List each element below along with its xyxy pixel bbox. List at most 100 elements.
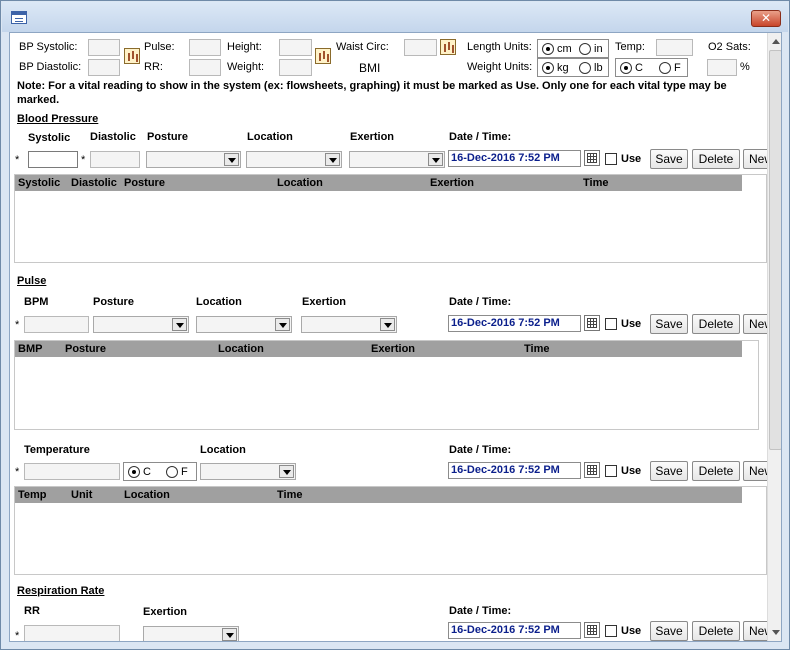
temperature-table-header: Temp Unit Location Time [15,487,742,503]
height-summary-field[interactable] [279,39,312,56]
respiration-rr-input[interactable] [24,625,120,641]
bp-col-time: Time [583,177,609,189]
bp-graph-icon[interactable] [124,48,140,64]
bp-col-exertion: Exertion [430,177,475,189]
rr-summary-field[interactable] [189,59,221,76]
bp-col-diastolic: Diastolic [71,177,117,189]
close-button[interactable]: ✕ [751,10,781,27]
bp-diastolic-col-label: Diastolic [90,131,136,143]
waist-circ-field[interactable] [404,39,437,56]
note-text: Note: For a vital reading to show in the… [17,80,727,106]
fahrenheit-radio[interactable] [659,62,671,74]
temperature-input[interactable] [24,463,120,480]
temperature-location-select[interactable] [200,463,296,480]
bp-calendar-icon[interactable] [584,150,600,166]
length-units-group: cm in [537,39,609,58]
bp-diastolic-summary-field[interactable] [88,59,120,76]
pulse-location-label: Location [196,296,242,308]
respiration-datetime-field[interactable]: 16-Dec-2016 7:52 PM [448,622,581,639]
respiration-calendar-icon[interactable] [584,622,600,638]
bp-diastolic-input[interactable] [90,151,140,168]
temperature-calendar-icon[interactable] [584,462,600,478]
pulse-bpm-input[interactable] [24,316,89,333]
in-label: in [594,43,603,55]
temperature-col-location: Location [124,489,170,501]
bp-diastolic-required-marker: * [81,154,86,166]
lb-label: lb [594,62,603,74]
bp-systolic-label: BP Systolic: [19,41,78,53]
temperature-col-time: Time [277,489,303,501]
temperature-new-button[interactable]: New [743,461,767,481]
temperature-celsius-label: C [143,466,151,478]
temp-label: Temp: [615,41,645,53]
temp-summary-field[interactable] [656,39,693,56]
pulse-new-button[interactable]: New [743,314,767,334]
app-icon [11,11,27,24]
respiration-new-button[interactable]: New [743,621,767,641]
pulse-datetime-field[interactable]: 16-Dec-2016 7:52 PM [448,315,581,332]
temperature-datetime-field[interactable]: 16-Dec-2016 7:52 PM [448,462,581,479]
respiration-exertion-select[interactable] [143,626,239,641]
bp-posture-select[interactable] [146,151,241,168]
chevron-down-icon [325,153,340,166]
bmi-label: BMI [359,61,381,75]
pulse-posture-label: Posture [93,296,134,308]
respiration-use-checkbox[interactable] [605,625,617,637]
height-weight-graph-icon[interactable] [315,48,331,64]
temperature-units-group: C F [123,462,197,481]
bp-systolic-summary-field[interactable] [88,39,120,56]
bp-exertion-select[interactable] [349,151,445,168]
title-bar: ✕ [2,2,788,32]
pulse-col-exertion: Exertion [371,343,416,355]
bp-new-button[interactable]: New [743,149,767,169]
pulse-col-bmp: BMP [18,343,43,355]
rr-label: RR: [144,61,163,73]
bp-required-marker: * [15,154,20,166]
pulse-posture-select[interactable] [93,316,189,333]
pulse-summary-field[interactable] [189,39,221,56]
pulse-exertion-select[interactable] [301,316,397,333]
chevron-down-icon [222,628,237,641]
temperature-readings-table: Temp Unit Location Time [14,486,767,575]
pulse-delete-button[interactable]: Delete [692,314,740,334]
respiration-delete-button[interactable]: Delete [692,621,740,641]
bp-use-checkbox[interactable] [605,153,617,165]
bp-save-button[interactable]: Save [650,149,688,169]
waist-graph-icon[interactable] [440,39,456,55]
chevron-down-icon [172,318,187,331]
scroll-thumb[interactable] [769,50,781,450]
pulse-col-location: Location [218,343,264,355]
temperature-use-checkbox[interactable] [605,465,617,477]
chevron-down-icon [224,153,239,166]
respiration-save-button[interactable]: Save [650,621,688,641]
scroll-down-icon[interactable] [769,625,781,640]
in-radio[interactable] [579,43,591,55]
respiration-datetime-label: Date / Time: [449,605,512,617]
cm-radio[interactable] [542,43,554,55]
temperature-save-button[interactable]: Save [650,461,688,481]
pulse-save-button[interactable]: Save [650,314,688,334]
pulse-calendar-icon[interactable] [584,315,600,331]
celsius-radio[interactable] [620,62,632,74]
height-label: Height: [227,41,262,53]
bp-datetime-field[interactable]: 16-Dec-2016 7:52 PM [448,150,581,167]
scroll-up-icon[interactable] [769,34,781,49]
bp-location-select[interactable] [246,151,342,168]
weight-summary-field[interactable] [279,59,312,76]
close-icon: ✕ [760,11,772,25]
temperature-datetime-label: Date / Time: [449,444,512,456]
kg-radio[interactable] [542,62,554,74]
temperature-delete-button[interactable]: Delete [692,461,740,481]
bp-posture-label: Posture [147,131,188,143]
pulse-location-select[interactable] [196,316,292,333]
pulse-use-checkbox[interactable] [605,318,617,330]
pulse-section-title: Pulse [17,275,47,287]
temperature-fahrenheit-radio[interactable] [166,466,178,478]
bp-delete-button[interactable]: Delete [692,149,740,169]
o2-sats-field[interactable] [707,59,737,76]
temperature-col-unit: Unit [71,489,93,501]
bp-systolic-input[interactable] [28,151,78,168]
temperature-celsius-radio[interactable] [128,466,140,478]
lb-radio[interactable] [579,62,591,74]
vertical-scrollbar[interactable] [767,33,781,641]
